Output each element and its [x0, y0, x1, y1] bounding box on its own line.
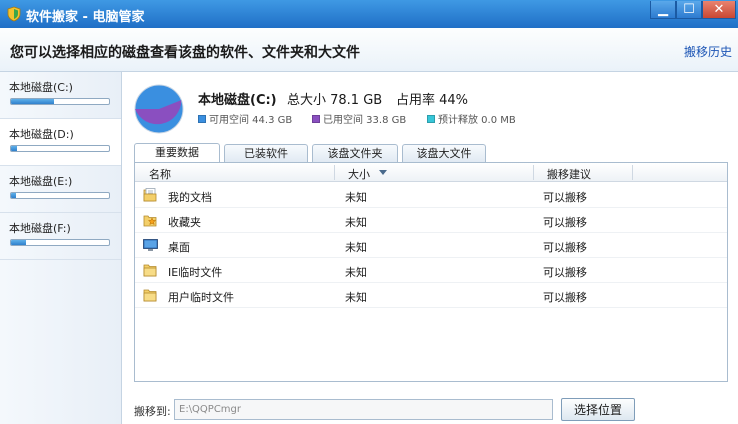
row-name: 桌面: [168, 241, 190, 254]
table-row[interactable]: 用户临时文件 未知 可以搬移: [135, 283, 727, 308]
row-advice: 可以搬移: [543, 266, 587, 279]
legend-used-label: 已用空间 33.8 GB: [323, 115, 407, 126]
column-header-size[interactable]: 大小: [348, 166, 370, 182]
row-advice: 可以搬移: [543, 241, 587, 254]
shield-icon: [7, 6, 21, 22]
favorites-folder-icon: [143, 215, 157, 227]
disk-usage-fill: [11, 146, 17, 151]
disk-total-size: 总大小 78.1 GB: [287, 93, 383, 108]
row-size: 未知: [345, 266, 367, 279]
used-swatch-icon: [312, 114, 320, 123]
disk-usage-bar: [10, 239, 110, 246]
row-name: 收藏夹: [168, 216, 201, 229]
disk-label: 本地磁盘(D:): [9, 128, 74, 141]
minimize-button[interactable]: ▁: [650, 1, 676, 19]
disk-label: 本地磁盘(F:): [9, 222, 71, 235]
close-button[interactable]: ✕: [702, 1, 736, 19]
documents-folder-icon: [143, 188, 157, 202]
tab-disk-folders[interactable]: 该盘文件夹: [312, 144, 398, 162]
row-advice: 可以搬移: [543, 291, 587, 304]
move-path-input[interactable]: [174, 399, 553, 420]
tab-disk-large-files[interactable]: 该盘大文件: [402, 144, 486, 162]
disk-label: 本地磁盘(E:): [9, 175, 73, 188]
table-header: 名称 大小 搬移建议: [135, 163, 727, 182]
column-divider[interactable]: [632, 165, 633, 180]
row-name: 用户临时文件: [168, 291, 234, 304]
sidebar-item-disk-f[interactable]: 本地磁盘(F:): [0, 213, 121, 260]
disk-usage-pie: [134, 84, 184, 134]
move-to-label: 搬移到:: [134, 405, 171, 418]
disk-name: 本地磁盘(C:): [198, 93, 277, 108]
row-size: 未知: [345, 291, 367, 304]
row-advice: 可以搬移: [543, 216, 587, 229]
row-name: IE临时文件: [168, 266, 223, 279]
sidebar-item-disk-e[interactable]: 本地磁盘(E:): [0, 166, 121, 213]
disk-sidebar: 本地磁盘(C:) 本地磁盘(D:) 本地磁盘(E:) 本地磁盘(F:): [0, 72, 122, 424]
tab-important-data[interactable]: 重要数据: [134, 143, 220, 163]
window-title: 软件搬家 - 电脑管家: [26, 10, 145, 25]
table-row[interactable]: 桌面 未知 可以搬移: [135, 233, 727, 258]
sidebar-item-disk-c[interactable]: 本地磁盘(C:): [0, 72, 121, 119]
move-history-link[interactable]: 搬移历史: [684, 43, 732, 60]
table-row[interactable]: 收藏夹 未知 可以搬移: [135, 208, 727, 233]
disk-usage-fill: [11, 193, 16, 198]
sort-down-icon[interactable]: [379, 170, 387, 175]
row-name: 我的文档: [168, 191, 212, 204]
column-header-name[interactable]: 名称: [149, 166, 171, 182]
column-header-advice[interactable]: 搬移建议: [547, 166, 591, 182]
title-bar: 软件搬家 - 电脑管家 ▁ ☐ ✕: [0, 0, 738, 28]
row-advice: 可以搬移: [543, 191, 587, 204]
desktop-icon: [143, 239, 158, 251]
legend-release: 预计释放 0.0 MB: [427, 111, 516, 126]
file-table: 名称 大小 搬移建议 我的文档 未知 可以搬移 收藏夹 未知 可以搬移 桌面 未…: [134, 162, 728, 382]
header: 您可以选择相应的磁盘查看该盘的软件、文件夹和大文件 搬移历史: [0, 28, 738, 72]
release-swatch-icon: [427, 114, 435, 123]
row-size: 未知: [345, 191, 367, 204]
disk-usage-percent: 占用率 44%: [396, 93, 469, 108]
sidebar-item-disk-d[interactable]: 本地磁盘(D:): [0, 119, 121, 166]
header-title: 您可以选择相应的磁盘查看该盘的软件、文件夹和大文件: [10, 45, 360, 61]
legend-release-label: 预计释放 0.0 MB: [438, 115, 516, 126]
tab-bar: 重要数据 已装软件 该盘文件夹 该盘大文件: [134, 143, 728, 163]
row-size: 未知: [345, 241, 367, 254]
disk-usage-fill: [11, 99, 55, 104]
disk-usage-bar: [10, 192, 110, 199]
column-divider[interactable]: [334, 165, 335, 180]
choose-location-button[interactable]: 选择位置: [561, 398, 635, 421]
folder-icon: [143, 264, 157, 277]
row-size: 未知: [345, 216, 367, 229]
disk-usage-fill: [11, 240, 26, 245]
legend-free-label: 可用空间 44.3 GB: [209, 115, 293, 126]
folder-icon: [143, 289, 157, 302]
table-row[interactable]: 我的文档 未知 可以搬移: [135, 183, 727, 208]
disk-usage-bar: [10, 98, 110, 105]
legend-free: 可用空间 44.3 GB: [198, 111, 292, 126]
disk-usage-bar: [10, 145, 110, 152]
maximize-button[interactable]: ☐: [676, 1, 702, 19]
tab-installed-software[interactable]: 已装软件: [224, 144, 308, 162]
column-divider[interactable]: [533, 165, 534, 180]
free-swatch-icon: [198, 114, 206, 123]
table-row[interactable]: IE临时文件 未知 可以搬移: [135, 258, 727, 283]
disk-label: 本地磁盘(C:): [9, 81, 73, 94]
legend-used: 已用空间 33.8 GB: [312, 111, 406, 126]
